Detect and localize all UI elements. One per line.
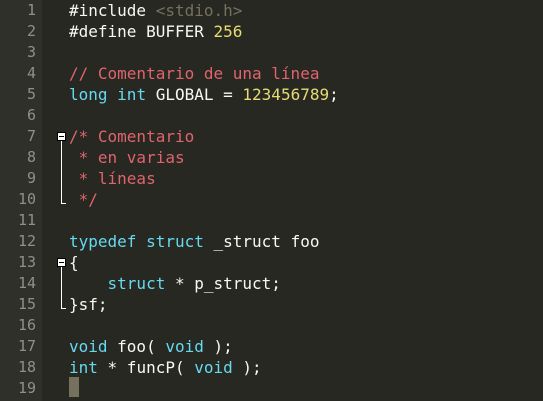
code-area[interactable]: #include <stdio.h> #define BUFFER 256// C…: [69, 0, 543, 401]
code-line[interactable]: * en varias: [69, 147, 543, 168]
code-token: GLOBAL =: [146, 85, 243, 104]
line-number: 3: [26, 43, 36, 61]
line-number: 8: [26, 148, 36, 166]
line-number: 14: [17, 274, 36, 292]
line-number: 1: [26, 1, 36, 19]
code-token: );: [203, 337, 233, 356]
code-token: typedef: [69, 232, 137, 251]
line-number: 6: [26, 106, 36, 124]
code-line[interactable]: #define BUFFER 256: [69, 21, 543, 42]
fold-collapse-icon[interactable]: [57, 132, 66, 141]
line-number: 13: [17, 253, 36, 271]
code-token: int: [117, 85, 147, 104]
code-token: void: [165, 337, 204, 356]
code-token: _struct foo: [203, 232, 320, 251]
fold-margin: [52, 0, 68, 401]
code-line[interactable]: long int GLOBAL = 123456789;: [69, 84, 543, 105]
line-number: 10: [17, 190, 36, 208]
code-token: /* Comentario: [69, 127, 195, 146]
code-token: 256: [213, 22, 243, 41]
code-token: void: [194, 358, 233, 377]
code-line[interactable]: typedef struct _struct foo: [69, 231, 543, 252]
code-line[interactable]: * líneas: [69, 168, 543, 189]
line-number: 2: [26, 22, 36, 40]
code-token: */: [69, 190, 98, 209]
code-token: );: [232, 358, 262, 377]
code-token: #define BUFFER: [69, 22, 214, 41]
code-line[interactable]: */: [69, 189, 543, 210]
line-number: 15: [17, 295, 36, 313]
line-number-gutter: 1 2 3 4 5 6 7 8 9 10 11 12 13 14 15 16 17 18 19: [0, 0, 42, 401]
code-token: struct: [146, 232, 204, 251]
code-token: ;: [329, 85, 339, 104]
code-token: foo(: [107, 337, 166, 356]
line-number: 16: [17, 316, 36, 334]
text-cursor: [69, 377, 79, 397]
code-token: * en varias: [69, 148, 185, 167]
code-token: * p_struct;: [165, 274, 281, 293]
code-token: {: [69, 253, 79, 272]
code-token: int: [69, 358, 98, 377]
fold-end-marker: [61, 308, 66, 309]
line-number: 18: [17, 358, 36, 376]
line-number: 17: [17, 337, 36, 355]
code-token: long: [69, 85, 108, 104]
fold-end-marker: [61, 203, 66, 204]
code-token: <stdio.h>: [155, 1, 243, 20]
fold-guide-line: [61, 141, 62, 203]
code-line[interactable]: int * funcP( void );: [69, 357, 543, 378]
code-line[interactable]: [69, 315, 543, 336]
line-number: 12: [17, 232, 36, 250]
fold-guide-line: [61, 267, 62, 308]
line-number: 7: [26, 127, 36, 145]
code-token: #include: [69, 1, 156, 20]
code-token: 123456789: [242, 85, 330, 104]
line-number: 19: [17, 379, 36, 397]
code-token: * funcP(: [97, 358, 195, 377]
code-line[interactable]: /* Comentario: [69, 126, 543, 147]
code-line[interactable]: // Comentario de una línea: [69, 63, 543, 84]
code-line[interactable]: [69, 210, 543, 231]
code-line[interactable]: struct * p_struct;: [69, 273, 543, 294]
code-line[interactable]: [69, 105, 543, 126]
code-token: * líneas: [69, 169, 156, 188]
code-line[interactable]: [69, 42, 543, 63]
code-line[interactable]: }sf;: [69, 294, 543, 315]
line-number: 11: [17, 211, 36, 229]
line-number: 9: [26, 169, 36, 187]
code-line[interactable]: #include <stdio.h>: [69, 0, 543, 21]
code-token: // Comentario de una línea: [69, 64, 320, 83]
code-token: struct: [107, 274, 166, 293]
line-number: 5: [26, 85, 36, 103]
code-editor[interactable]: 1 2 3 4 5 6 7 8 9 10 11 12 13 14 15 16 17 18 19 #include <…: [0, 0, 543, 401]
line-number: 4: [26, 64, 36, 82]
code-token: void: [69, 337, 108, 356]
code-line[interactable]: void foo( void );: [69, 336, 543, 357]
code-token: }sf;: [69, 295, 108, 314]
code-line[interactable]: [69, 378, 543, 399]
fold-collapse-icon[interactable]: [57, 258, 66, 267]
code-line[interactable]: {: [69, 252, 543, 273]
